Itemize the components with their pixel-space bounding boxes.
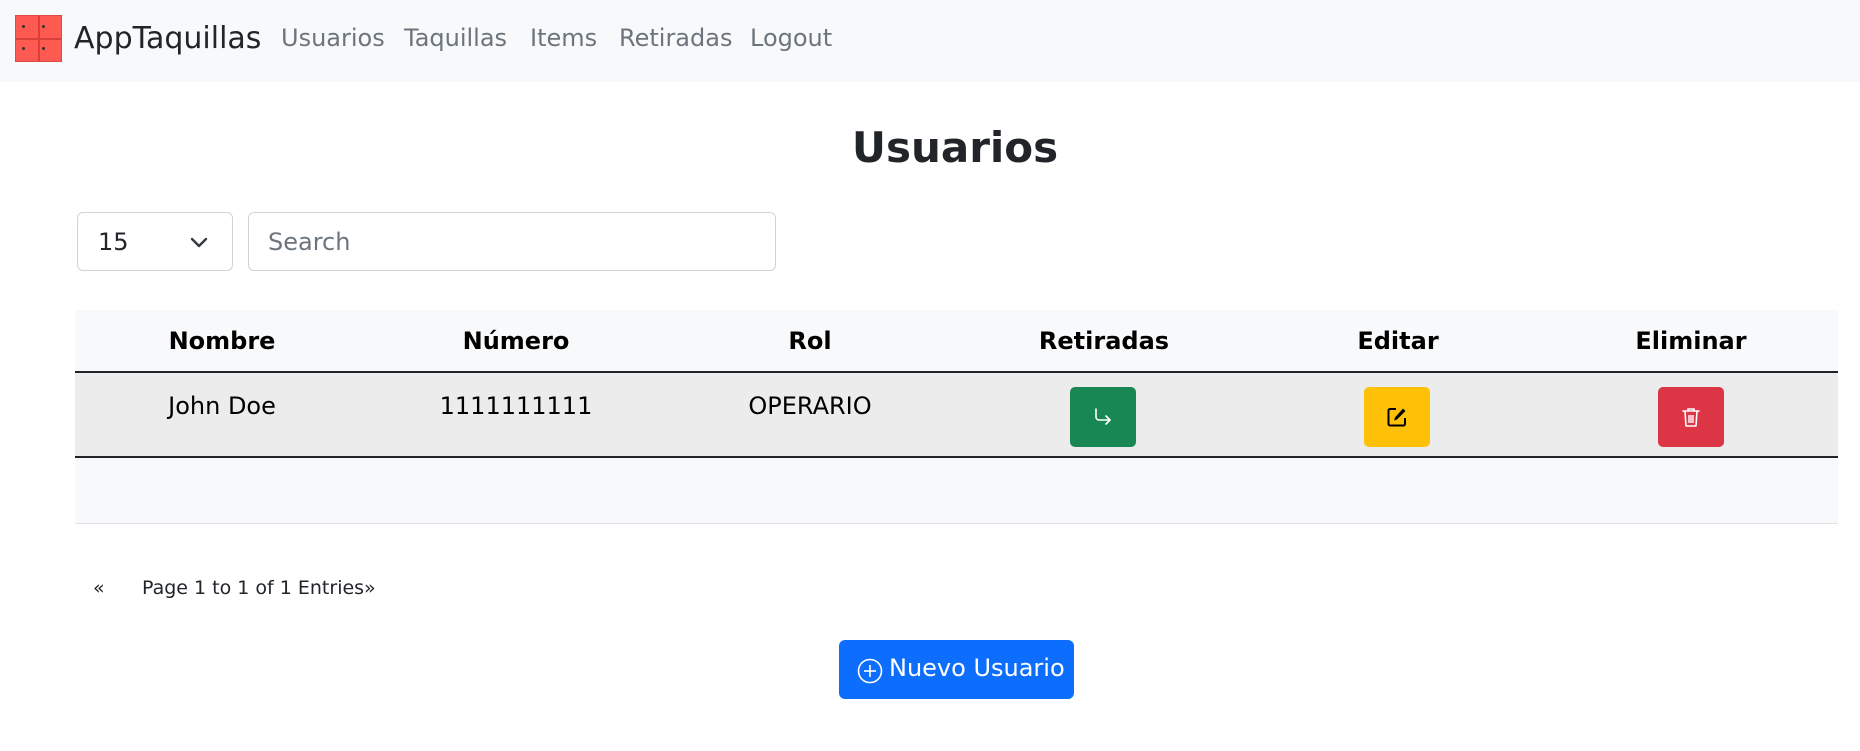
trash-icon bbox=[1682, 408, 1700, 427]
nav-items[interactable]: Items bbox=[530, 22, 597, 54]
page-title: Usuarios bbox=[851, 123, 1059, 172]
nav-taquillas[interactable]: Taquillas bbox=[404, 22, 507, 54]
pagination-info: Page 1 to 1 of 1 Entries bbox=[142, 577, 365, 599]
table-footer bbox=[75, 458, 1838, 524]
pagination-prev[interactable]: « bbox=[93, 574, 105, 602]
header-nombre[interactable]: Nombre bbox=[75, 326, 369, 356]
table-row: John Doe 1111111111 OPERARIO bbox=[75, 373, 1838, 458]
pagination-next[interactable]: » bbox=[364, 574, 376, 602]
header-editar[interactable]: Editar bbox=[1251, 326, 1545, 356]
chevron-down-icon bbox=[190, 237, 208, 248]
cell-nombre: John Doe bbox=[168, 392, 276, 420]
locker-logo-icon[interactable] bbox=[15, 15, 62, 62]
arrow-return-right-icon bbox=[1095, 408, 1111, 425]
header-eliminar[interactable]: Eliminar bbox=[1544, 326, 1838, 356]
edit-icon bbox=[1387, 408, 1406, 427]
header-rol[interactable]: Rol bbox=[663, 326, 957, 356]
header-retiradas[interactable]: Retiradas bbox=[957, 326, 1251, 356]
nav-logout[interactable]: Logout bbox=[750, 22, 832, 54]
cell-rol: OPERARIO bbox=[748, 392, 872, 420]
navbar: AppTaquillas Usuarios Taquillas Items Re… bbox=[0, 0, 1860, 82]
new-user-label: Nuevo Usuario bbox=[889, 654, 1065, 682]
retiradas-button[interactable] bbox=[1070, 387, 1136, 447]
edit-button[interactable] bbox=[1364, 387, 1430, 447]
nav-usuarios[interactable]: Usuarios bbox=[281, 22, 385, 54]
page-size-value: 15 bbox=[98, 228, 129, 256]
search-input[interactable] bbox=[248, 212, 776, 271]
table-header: Nombre Número Rol Retiradas Editar Elimi… bbox=[75, 310, 1838, 373]
new-user-button[interactable]: Nuevo Usuario bbox=[839, 640, 1074, 699]
plus-circle-icon bbox=[857, 658, 883, 684]
header-numero[interactable]: Número bbox=[369, 326, 663, 356]
nav-retiradas[interactable]: Retiradas bbox=[619, 22, 732, 54]
delete-button[interactable] bbox=[1658, 387, 1724, 447]
brand-name[interactable]: AppTaquillas bbox=[74, 20, 261, 58]
cell-numero: 1111111111 bbox=[439, 392, 593, 420]
page-size-select[interactable]: 15 bbox=[77, 212, 233, 271]
